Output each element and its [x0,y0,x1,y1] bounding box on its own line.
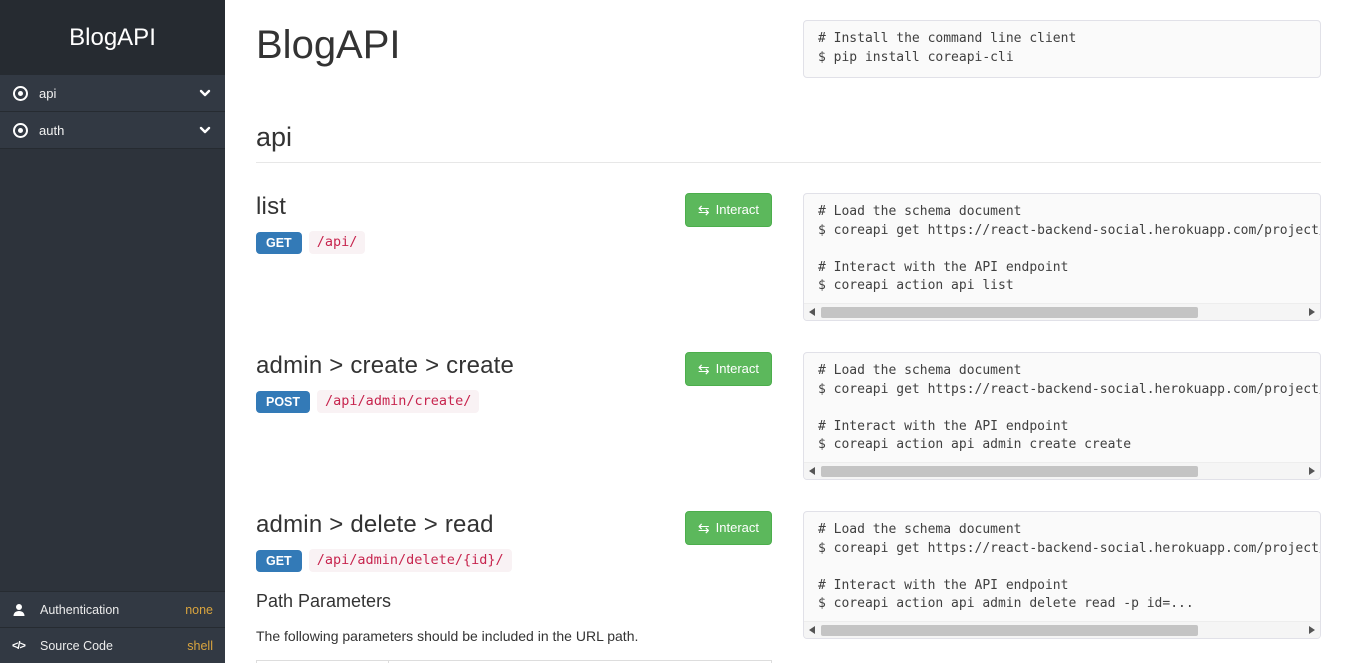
sections: list GET /api/ ⇆ Interact # Load the sch… [256,193,1321,663]
scrollbar-left-arrow-icon[interactable] [809,308,815,316]
exchange-icon: ⇆ [698,521,710,535]
sidebar-item-label: auth [39,123,64,138]
code-block: # Load the schema document $ coreapi get… [803,193,1321,321]
endpoint-section-admin-create-create: admin > create > create POST /api/admin/… [256,352,1321,480]
endpoint-section-admin-delete-read: admin > delete > read GET /api/admin/del… [256,511,1321,663]
source-code-value: shell [187,639,213,653]
scrollbar-thumb[interactable] [821,307,1198,318]
horizontal-scrollbar[interactable] [804,621,1320,638]
sidebar-item-label: api [39,86,56,101]
code-block: # Load the schema document $ coreapi get… [803,511,1321,639]
authentication-menu-item[interactable]: Authentication none [0,591,225,627]
scrollbar-right-arrow-icon[interactable] [1309,308,1315,316]
method-badge: POST [256,391,310,413]
header-row: BlogAPI # Install the command line clien… [256,0,1321,78]
scrollbar-left-arrow-icon[interactable] [809,626,815,634]
code-text: # Load the schema document $ coreapi get… [804,512,1320,623]
scrollbar-left-arrow-icon[interactable] [809,467,815,475]
interact-button-label: Interact [716,519,759,537]
interact-button-label: Interact [716,201,759,219]
section-right: # Load the schema document $ coreapi get… [803,193,1321,321]
sidebar: BlogAPI api auth Authentication none </>… [0,0,225,663]
source-code-menu-item[interactable]: </> Source Code shell [0,627,225,663]
scrollbar-right-arrow-icon[interactable] [1309,467,1315,475]
chevron-down-icon [198,123,212,137]
exchange-icon: ⇆ [698,203,710,217]
dot-circle-icon [13,123,28,138]
badge-row: POST /api/admin/create/ [256,390,772,413]
section-right: # Load the schema document $ coreapi get… [803,511,1321,639]
main-content: BlogAPI # Install the command line clien… [225,0,1351,663]
source-code-label: Source Code [40,639,113,653]
section-right: # Load the schema document $ coreapi get… [803,352,1321,480]
chevron-down-icon [198,86,212,100]
group-divider [256,162,1321,163]
code-text: # Load the schema document $ coreapi get… [804,194,1320,305]
sidebar-item-auth[interactable]: auth [0,112,225,149]
endpoint-path: /api/admin/create/ [317,390,479,413]
horizontal-scrollbar[interactable] [804,303,1320,320]
page-title: BlogAPI [256,22,772,68]
code-text: # Load the schema document $ coreapi get… [804,353,1320,464]
interact-button[interactable]: ⇆ Interact [685,193,772,227]
scrollbar-thumb[interactable] [821,625,1198,636]
path-parameters-heading: Path Parameters [256,590,772,612]
method-badge: GET [256,550,302,572]
sidebar-footer: Authentication none </> Source Code shel… [0,591,225,663]
user-icon [12,603,34,617]
sidebar-app-title: BlogAPI [0,0,225,75]
dot-circle-icon [13,86,28,101]
authentication-value: none [185,603,213,617]
sidebar-item-api[interactable]: api [0,75,225,112]
section-left: list GET /api/ ⇆ Interact [256,193,772,254]
endpoint-path: /api/ [309,231,366,254]
install-code-text: # Install the command line client $ pip … [804,21,1320,76]
interact-button-label: Interact [716,360,759,378]
exchange-icon: ⇆ [698,362,710,376]
install-code-block: # Install the command line client $ pip … [803,20,1321,78]
endpoint-section-list: list GET /api/ ⇆ Interact # Load the sch… [256,193,1321,321]
header-left: BlogAPI [256,20,772,78]
interact-button[interactable]: ⇆ Interact [685,511,772,545]
section-left: admin > create > create POST /api/admin/… [256,352,772,413]
group-heading-api: api [256,122,1321,152]
path-parameters-description: The following parameters should be inclu… [256,627,772,645]
scrollbar-thumb[interactable] [821,466,1198,477]
authentication-label: Authentication [40,603,119,617]
method-badge: GET [256,232,302,254]
badge-row: GET /api/ [256,231,772,254]
interact-button[interactable]: ⇆ Interact [685,352,772,386]
section-left: admin > delete > read GET /api/admin/del… [256,511,772,663]
scrollbar-right-arrow-icon[interactable] [1309,626,1315,634]
horizontal-scrollbar[interactable] [804,462,1320,479]
endpoint-path: /api/admin/delete/{id}/ [309,549,512,572]
code-block: # Load the schema document $ coreapi get… [803,352,1321,480]
badge-row: GET /api/admin/delete/{id}/ [256,549,772,572]
code-icon: </> [12,640,34,652]
